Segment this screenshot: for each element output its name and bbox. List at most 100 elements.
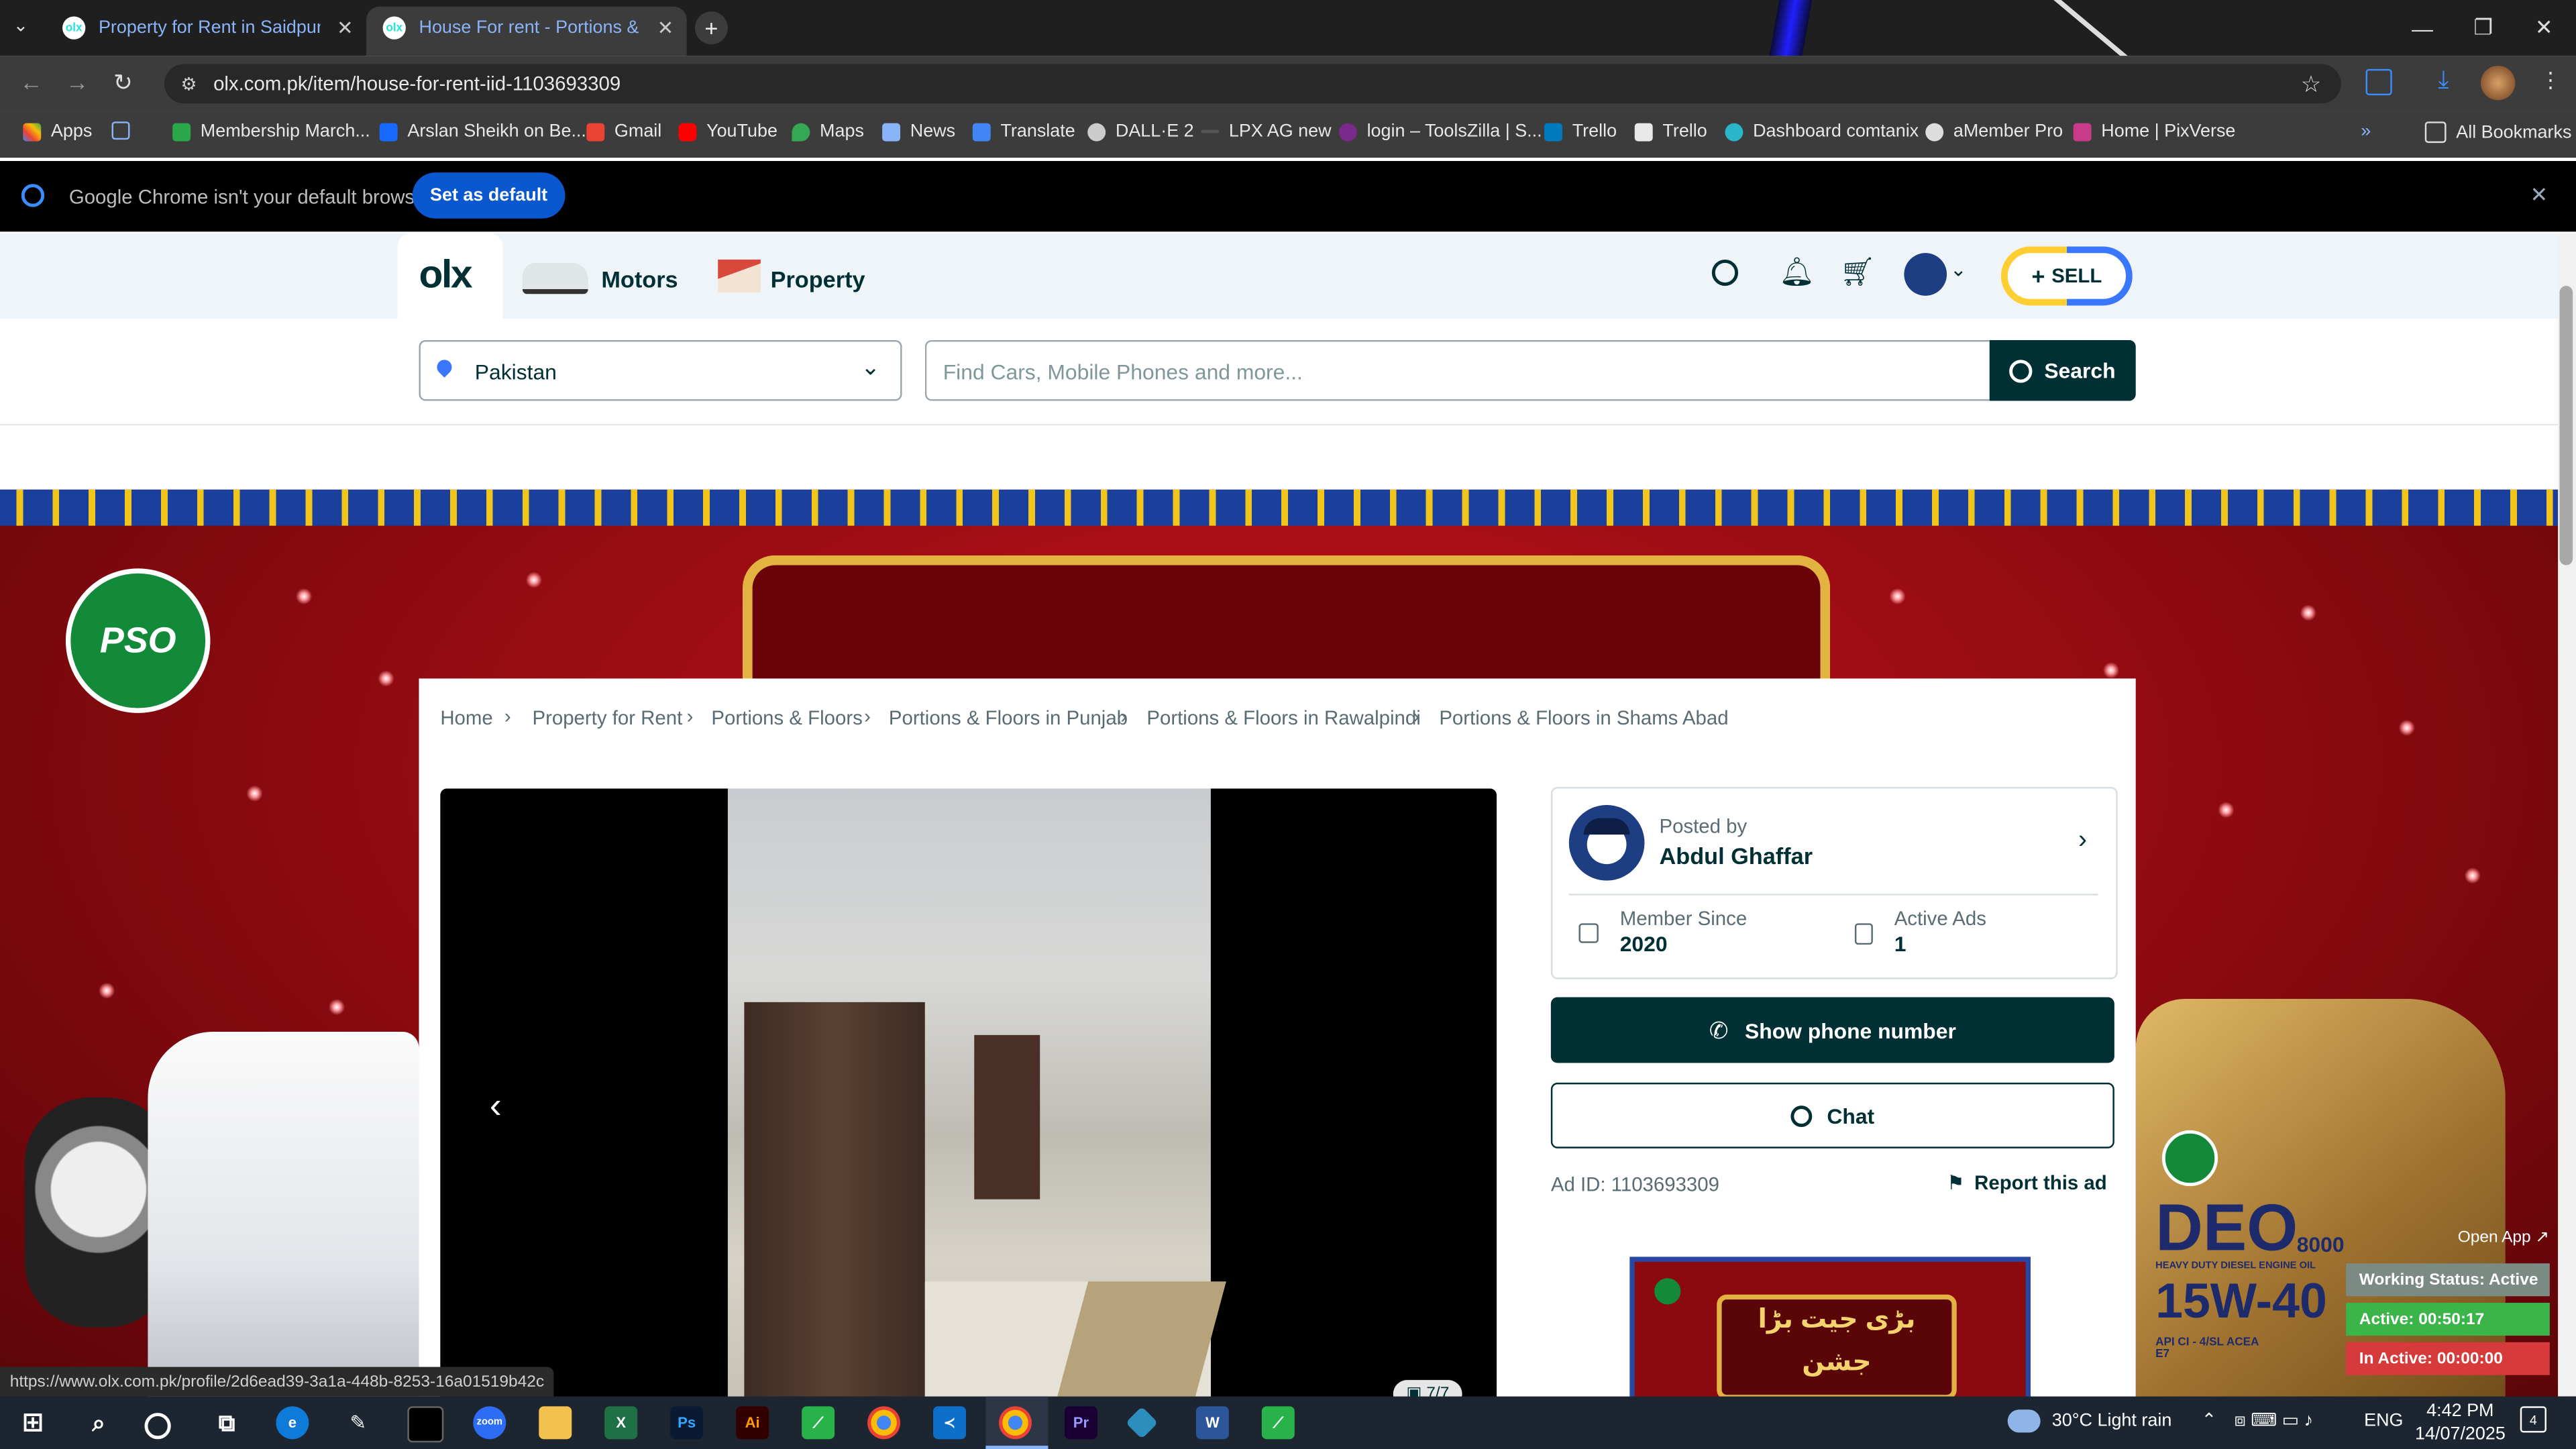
premiere-icon[interactable]: Pr xyxy=(1064,1406,1097,1440)
breadcrumb-punjab[interactable]: Portions & Floors in Punjab xyxy=(889,706,1128,729)
illustrator-icon[interactable]: Ai xyxy=(736,1406,769,1440)
bookmark-pixverse[interactable]: Home | PixVerse xyxy=(2073,121,2235,142)
bookmark-gmail[interactable]: Gmail xyxy=(586,121,661,142)
excel-icon[interactable]: X xyxy=(604,1406,638,1440)
tab-property-rent[interactable]: olx Property for Rent in Saidpur Ro ✕ xyxy=(62,0,354,56)
vscode-icon[interactable]: ≺ xyxy=(933,1406,967,1440)
bookmark-trello-1[interactable]: Trello xyxy=(1544,121,1617,142)
search-icon[interactable]: ⌕ xyxy=(82,1406,115,1439)
close-window-button[interactable]: ✕ xyxy=(2514,0,2575,56)
truck-image xyxy=(148,1031,419,1410)
word-icon[interactable]: W xyxy=(1195,1406,1229,1440)
breadcrumb-home[interactable]: Home xyxy=(440,706,492,729)
bookmark-dashboard[interactable]: Dashboard comtanix xyxy=(1725,121,1919,142)
close-icon[interactable]: ✕ xyxy=(337,16,354,39)
grid-icon[interactable] xyxy=(111,121,140,140)
open-app-link[interactable]: Open App ↗ xyxy=(2458,1229,2549,1247)
pen-icon[interactable]: ✎ xyxy=(341,1406,374,1439)
download-icon[interactable]: ⤓ xyxy=(2438,66,2449,94)
language-indicator[interactable]: ENG xyxy=(2364,1411,2403,1431)
extension-icon[interactable] xyxy=(2365,68,2392,96)
chevron-down-icon[interactable]: ⌄ xyxy=(1950,258,1967,280)
task-view-icon[interactable]: ⧉ xyxy=(210,1406,243,1439)
bookmark-membership[interactable]: Membership March... xyxy=(172,121,370,142)
seller-name[interactable]: Abdul Ghaffar xyxy=(1659,843,1813,869)
sell-button[interactable]: + SELL xyxy=(2001,246,2133,305)
terminal-icon[interactable] xyxy=(407,1406,444,1443)
chat-button[interactable]: Chat xyxy=(1550,1082,2114,1148)
bell-icon[interactable]: 🔔︎ xyxy=(1779,256,1815,289)
weather-icon[interactable] xyxy=(2007,1409,2041,1433)
notification-center-icon[interactable]: 4 xyxy=(2520,1406,2546,1433)
breadcrumb-portions-floors[interactable]: Portions & Floors xyxy=(711,706,862,729)
nav-property[interactable]: Property xyxy=(771,266,865,292)
report-ad-link[interactable]: ⚑ Report this ad xyxy=(1947,1171,2107,1194)
windows-start-icon[interactable]: ⊞ xyxy=(16,1406,49,1439)
seller-box[interactable]: Posted by Abdul Ghaffar › Member Since 2… xyxy=(1550,787,2118,979)
forward-icon[interactable]: → xyxy=(66,69,89,95)
clock-time[interactable]: 4:42 PM xyxy=(2426,1401,2493,1421)
zoom-icon[interactable]: zoom xyxy=(473,1406,506,1440)
app-green-2-icon[interactable]: ⟋ xyxy=(1261,1406,1295,1440)
search-input[interactable]: Find Cars, Mobile Phones and more... xyxy=(924,339,1990,401)
profile-avatar[interactable] xyxy=(2480,65,2516,101)
page-scrollbar[interactable] xyxy=(2558,233,2576,1397)
image-gallery[interactable]: ‹ ▣ 7/7 xyxy=(440,788,1497,1418)
chevron-left-icon[interactable]: ‹ xyxy=(490,1084,502,1127)
app-diamond-icon[interactable] xyxy=(1125,1406,1159,1440)
reload-icon[interactable]: ↻ xyxy=(113,69,133,97)
close-icon[interactable]: ✕ xyxy=(657,16,674,39)
bookmark-dalle[interactable]: DALL·E 2 xyxy=(1087,121,1194,142)
breadcrumb-rawalpindi[interactable]: Portions & Floors in Rawalpindi xyxy=(1146,706,1420,729)
all-bookmarks[interactable]: All Bookmarks xyxy=(2424,121,2571,144)
bookmark-apps[interactable]: Apps xyxy=(23,121,92,142)
photoshop-icon[interactable]: Ps xyxy=(670,1406,704,1440)
bookmark-behance[interactable]: Arslan Sheikh on Be... xyxy=(379,121,586,142)
app-green-icon[interactable]: ⟋ xyxy=(802,1406,835,1440)
scrollbar-thumb[interactable] xyxy=(2559,286,2573,566)
nav-motors[interactable]: Motors xyxy=(601,266,678,292)
location-select[interactable]: Pakistan ⌄ xyxy=(419,339,902,401)
breadcrumb-shams-abad[interactable]: Portions & Floors in Shams Abad xyxy=(1439,706,1728,729)
wardrobe-image xyxy=(744,1002,925,1418)
back-icon[interactable]: ← xyxy=(19,69,42,95)
bookmark-youtube[interactable]: YouTube xyxy=(678,121,777,142)
tab-house-for-rent[interactable]: olx House For rent - Portions & Flo ✕ xyxy=(382,0,674,56)
restore-button[interactable]: ❐ xyxy=(2453,0,2514,56)
minimize-button[interactable]: — xyxy=(2392,0,2453,56)
close-icon[interactable]: ✕ xyxy=(2530,182,2548,209)
side-ad[interactable]: بڑی جیت بڑا جشن xyxy=(1629,1256,2031,1418)
set-default-button[interactable]: Set as default xyxy=(412,172,566,219)
address-bar[interactable]: ⚙ olx.com.pk/item/house-for-rent-iid-110… xyxy=(164,64,2341,104)
menu-dots-icon[interactable]: ⋮ xyxy=(2540,67,2561,93)
chrome-icon[interactable] xyxy=(867,1406,901,1440)
cortana-icon[interactable] xyxy=(144,1413,171,1440)
bookmark-trello-2[interactable]: Trello xyxy=(1634,121,1707,142)
olx-logo[interactable]: olx xyxy=(419,253,472,299)
site-info-icon[interactable]: ⚙ xyxy=(180,73,197,94)
show-phone-button[interactable]: ✆ Show phone number xyxy=(1550,997,2114,1063)
more-bookmarks-icon[interactable]: » xyxy=(2361,121,2371,141)
bookmark-toolszilla[interactable]: login – ToolsZilla | S... xyxy=(1338,121,1542,142)
bookmark-maps[interactable]: Maps xyxy=(792,121,864,142)
weather-text[interactable]: 30°C Light rain xyxy=(2052,1411,2172,1431)
tab-search-icon[interactable]: ⌄ xyxy=(13,15,29,36)
breadcrumb-property-for-rent[interactable]: Property for Rent xyxy=(532,706,682,729)
chat-icon[interactable] xyxy=(1711,259,1739,286)
chevron-right-icon[interactable]: › xyxy=(2078,826,2087,856)
search-button[interactable]: Search xyxy=(1989,339,2136,401)
user-avatar[interactable] xyxy=(1904,253,1947,296)
tray-chevron-icon[interactable]: ⌃ xyxy=(2202,1409,2217,1431)
bookmark-lpx[interactable]: LPX AG new xyxy=(1201,121,1332,142)
cart-icon[interactable]: 🛒︎ xyxy=(1840,256,1876,289)
tray-icons[interactable]: ⧈ ⌨ ▭ ♪ xyxy=(2235,1409,2313,1432)
bookmark-amember[interactable]: aMember Pro xyxy=(1925,121,2063,142)
bookmark-star-icon[interactable]: ☆ xyxy=(2301,70,2322,98)
edge-icon[interactable]: e xyxy=(276,1406,309,1440)
new-tab-button[interactable]: + xyxy=(694,11,728,45)
chrome-active-icon[interactable] xyxy=(998,1406,1032,1440)
clock-date[interactable]: 14/07/2025 xyxy=(2415,1424,2506,1444)
bookmark-translate[interactable]: Translate xyxy=(972,121,1075,142)
bookmark-news[interactable]: News xyxy=(882,121,955,142)
file-explorer-icon[interactable] xyxy=(539,1406,572,1440)
